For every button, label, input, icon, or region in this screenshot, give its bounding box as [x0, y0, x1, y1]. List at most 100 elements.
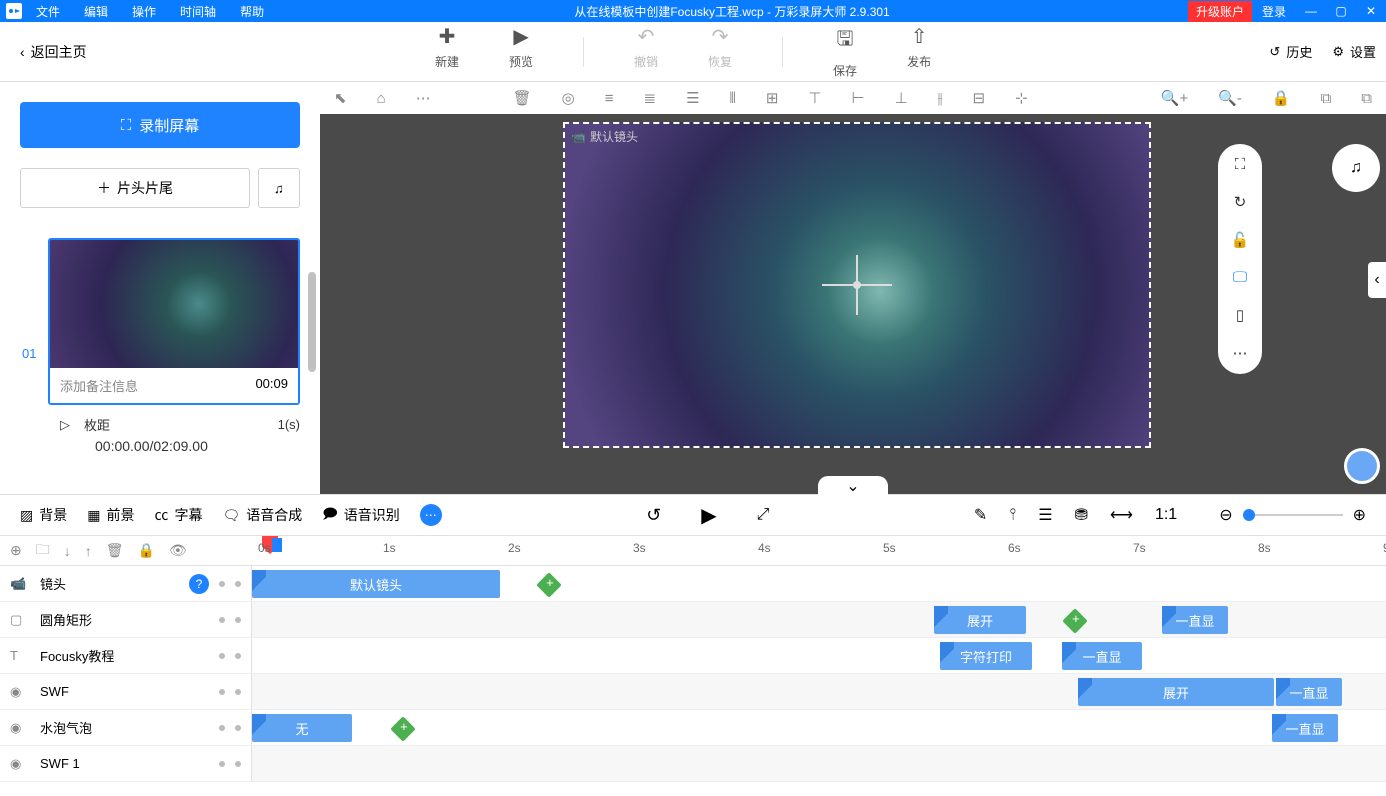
- sliders-icon[interactable]: ⛃: [1075, 505, 1088, 525]
- track-label[interactable]: ◉水泡气泡: [0, 710, 252, 745]
- menu-help[interactable]: 帮助: [228, 3, 276, 20]
- align-right-icon[interactable]: ☰: [686, 89, 699, 107]
- home-icon[interactable]: ⌂: [377, 90, 386, 107]
- rewind-icon[interactable]: ↺: [646, 505, 661, 526]
- zoom-in-icon[interactable]: 🔍+: [1161, 89, 1188, 107]
- subtitle-button[interactable]: ㏄字幕: [154, 505, 202, 525]
- minimize-icon[interactable]: —: [1296, 4, 1326, 18]
- lock-track-icon[interactable]: 🔒: [138, 542, 155, 559]
- timeline-clip[interactable]: 无: [252, 714, 352, 742]
- history-button[interactable]: ↺历史: [1269, 42, 1312, 61]
- back-home-button[interactable]: ‹ 返回主页: [10, 42, 97, 62]
- time-ruler[interactable]: 0s1s2s3s4s5s6s7s8s9s: [252, 536, 1386, 565]
- group-icon[interactable]: ⊞: [766, 89, 779, 107]
- delete-icon[interactable]: 🗑: [513, 89, 532, 107]
- timeline-clip[interactable]: 一直显: [1276, 678, 1342, 706]
- track-label[interactable]: ◉SWF 1: [0, 746, 252, 781]
- keyframe-add-icon[interactable]: [390, 716, 415, 741]
- asr-button[interactable]: 🗩语音识别: [322, 503, 400, 527]
- expand-icon[interactable]: ⤢: [757, 506, 770, 524]
- duplicate-icon[interactable]: ⧉: [1361, 90, 1372, 107]
- settings-button[interactable]: ⚙设置: [1332, 42, 1376, 61]
- ratio-icon[interactable]: 1:1: [1155, 506, 1177, 524]
- add-track-icon[interactable]: ⊕: [10, 542, 22, 559]
- close-icon[interactable]: ✕: [1356, 4, 1386, 18]
- intro-outro-button[interactable]: ＋片头片尾: [20, 168, 250, 208]
- redo-button[interactable]: ↷恢复: [708, 24, 732, 79]
- track-lane[interactable]: 默认镜头: [252, 566, 1386, 601]
- canvas-main[interactable]: 📹 默认镜头 ⛶ ↻ 🔓 🖵 ▯ ⋯ ♫ ‹ ⌄: [320, 114, 1386, 494]
- monitor-icon[interactable]: 🖵: [1233, 269, 1247, 286]
- filter2-icon[interactable]: ☰: [1038, 505, 1052, 525]
- timeline-clip[interactable]: 字符打印: [940, 642, 1032, 670]
- align-center-icon[interactable]: ≣: [643, 89, 656, 107]
- publish-button[interactable]: ⇧发布: [907, 24, 931, 79]
- menu-action[interactable]: 操作: [120, 3, 168, 20]
- distribute-h-icon[interactable]: ⫴: [730, 90, 736, 107]
- track-label[interactable]: ▢圆角矩形: [0, 602, 252, 637]
- pointer-icon[interactable]: ⬉: [334, 89, 347, 107]
- unlock-icon[interactable]: 🔓: [1231, 231, 1250, 249]
- left-scrollbar[interactable]: [308, 272, 316, 372]
- layout-icon[interactable]: ⊟: [973, 89, 986, 107]
- folder-icon[interactable]: 🗀: [36, 539, 50, 563]
- music-floating-button[interactable]: ♫: [1332, 144, 1380, 192]
- distribute-v-icon[interactable]: ⫲: [938, 90, 943, 107]
- filter1-icon[interactable]: ⫯: [1009, 506, 1016, 524]
- fit-icon[interactable]: ⟷: [1110, 505, 1133, 525]
- slide-thumbnail[interactable]: 添加备注信息 00:09: [48, 238, 300, 405]
- expand-right-tab[interactable]: ‹: [1368, 262, 1386, 298]
- align-bot-icon[interactable]: ⊥: [895, 89, 908, 107]
- help-icon[interactable]: ?: [189, 574, 209, 594]
- timeline-clip[interactable]: 一直显: [1062, 642, 1142, 670]
- guides-icon[interactable]: ⊹: [1015, 89, 1028, 107]
- pull-down-handle[interactable]: ⌄: [818, 476, 888, 496]
- foreground-button[interactable]: ▦前景: [87, 505, 134, 525]
- music-button[interactable]: ♫: [258, 168, 300, 208]
- zoom-out-icon[interactable]: ⊖: [1219, 505, 1232, 525]
- maximize-icon[interactable]: ▢: [1326, 4, 1356, 18]
- mobile-icon[interactable]: ▯: [1236, 306, 1244, 324]
- upgrade-button[interactable]: 升级账户: [1188, 1, 1252, 22]
- preview-button[interactable]: ▶预览: [509, 24, 533, 79]
- tts-button[interactable]: 🗨语音合成: [222, 505, 302, 525]
- focus-icon[interactable]: ◎: [562, 89, 575, 107]
- timeline-clip[interactable]: 一直显: [1162, 606, 1228, 634]
- align-top-icon[interactable]: ⊤: [808, 89, 821, 107]
- timeline-clip[interactable]: 展开: [934, 606, 1026, 634]
- timeline-clip[interactable]: 一直显: [1272, 714, 1338, 742]
- zoom-in-icon[interactable]: ⊕: [1353, 505, 1366, 525]
- keyframe-add-icon[interactable]: [1062, 608, 1087, 633]
- more-icon[interactable]: ⋯: [1233, 344, 1248, 362]
- new-button[interactable]: ✚新建: [435, 24, 459, 79]
- align-left-icon[interactable]: ≡: [605, 90, 614, 107]
- track-lane[interactable]: [252, 746, 1386, 781]
- up-icon[interactable]: ↑: [85, 543, 92, 559]
- copy-icon[interactable]: ⧉: [1321, 90, 1332, 107]
- track-label[interactable]: TFocusky教程: [0, 638, 252, 673]
- background-button[interactable]: ▨背景: [20, 505, 67, 525]
- menu-timeline[interactable]: 时间轴: [168, 3, 228, 20]
- fullscreen-icon[interactable]: ⛶: [1235, 156, 1246, 173]
- zoom-slider[interactable]: [1243, 514, 1343, 516]
- track-label[interactable]: ◉SWF: [0, 674, 252, 709]
- track-lane[interactable]: 无 一直显: [252, 710, 1386, 745]
- eye-icon[interactable]: 👁: [169, 542, 187, 559]
- menu-edit[interactable]: 编辑: [72, 3, 120, 20]
- track-label[interactable]: 📹镜头?: [0, 566, 252, 601]
- trash-icon[interactable]: 🗑: [106, 542, 124, 559]
- more-h-icon[interactable]: ⋯: [416, 89, 431, 107]
- keyframe-add-icon[interactable]: [536, 572, 561, 597]
- more-tools-button[interactable]: ⋯: [420, 504, 442, 526]
- canvas-frame[interactable]: 📹 默认镜头: [563, 122, 1151, 448]
- lock-icon[interactable]: 🔒: [1272, 89, 1291, 107]
- user-avatar[interactable]: [1344, 448, 1380, 484]
- track-lane[interactable]: 展开一直显: [252, 674, 1386, 709]
- edit-icon[interactable]: ✎: [974, 505, 987, 525]
- timeline-clip[interactable]: 默认镜头: [252, 570, 500, 598]
- slide-note[interactable]: 添加备注信息: [60, 376, 138, 395]
- undo-button[interactable]: ↶撤销: [634, 24, 658, 79]
- play-icon[interactable]: ▶: [701, 503, 716, 528]
- timeline-clip[interactable]: 展开: [1078, 678, 1274, 706]
- track-lane[interactable]: 字符打印 一直显: [252, 638, 1386, 673]
